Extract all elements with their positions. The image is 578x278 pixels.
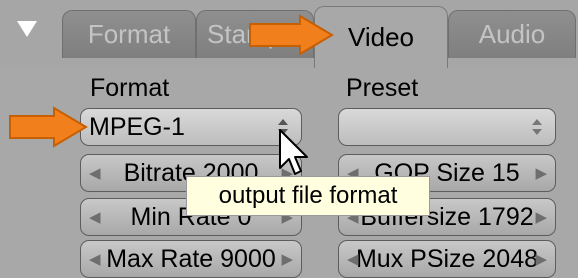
orange-arrow-icon [9,106,88,148]
max-rate-field[interactable]: ◀ Max Rate 9000 ▶ [80,240,302,278]
tab-audio[interactable]: Audio [448,10,576,58]
triangle-down-icon [17,21,37,37]
format-select[interactable]: MPEG-1 [80,108,302,146]
tooltip: output file format [186,176,430,216]
decrement-arrow-icon[interactable]: ◀ [89,241,101,277]
preset-select[interactable] [338,108,556,146]
increment-arrow-icon[interactable]: ▶ [535,155,547,191]
mux-psize-field[interactable]: ◀ Mux PSize 2048 ▶ [338,240,556,278]
format-select-value: MPEG-1 [89,112,185,141]
up-down-arrow-icon [532,119,542,135]
orange-arrow-icon [249,14,334,56]
decrement-arrow-icon[interactable]: ◀ [347,241,359,277]
increment-arrow-icon[interactable]: ▶ [535,241,547,277]
tab-video[interactable]: Video [314,6,448,68]
tab-audio-label: Audio [478,19,546,49]
decrement-arrow-icon[interactable]: ◀ [89,155,101,191]
format-heading: Format [90,74,170,102]
tab-format-label: Format [87,19,171,49]
preset-heading: Preset [346,74,419,102]
increment-arrow-icon[interactable]: ▶ [535,199,547,235]
mux-psize-label: Mux PSize 2048 [355,244,539,273]
max-rate-label: Max Rate 9000 [106,244,276,273]
mouse-pointer-icon [279,129,308,175]
tab-format[interactable]: Format [62,10,196,58]
decrement-arrow-icon[interactable]: ◀ [89,199,101,235]
collapse-panel-button[interactable] [14,18,40,40]
tab-video-label: Video [347,22,415,52]
tooltip-text: output file format [218,182,398,209]
increment-arrow-icon[interactable]: ▶ [281,241,293,277]
